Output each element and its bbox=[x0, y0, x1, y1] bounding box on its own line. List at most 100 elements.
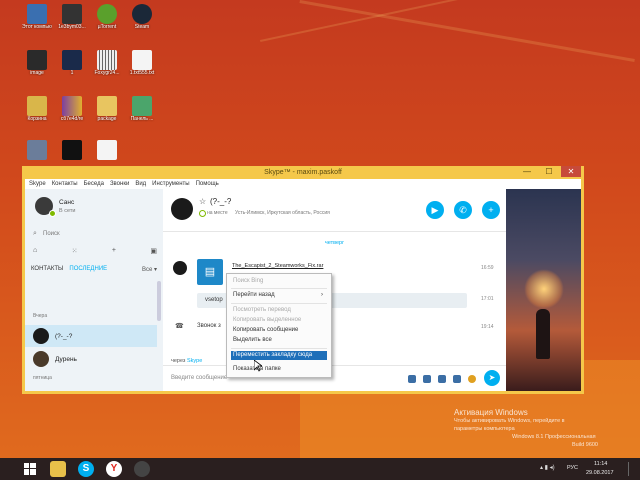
desktop-icon-steam[interactable]: Steam bbox=[127, 4, 157, 30]
yandex-browser-icon[interactable]: Y bbox=[106, 461, 122, 477]
maximize-button[interactable]: ☐ bbox=[539, 166, 559, 177]
windows-logo-icon bbox=[24, 463, 36, 475]
desktop-icon-utorrent[interactable]: µTorrent bbox=[92, 4, 122, 30]
profile-name: Санс bbox=[59, 199, 75, 206]
file-icon[interactable]: ▤ bbox=[197, 259, 223, 285]
send-file-icon[interactable] bbox=[438, 375, 446, 383]
start-button[interactable] bbox=[22, 461, 38, 477]
favorite-star-icon[interactable]: ☆ bbox=[199, 197, 206, 206]
chat-avatar[interactable] bbox=[171, 198, 193, 220]
contact-name: Дурень bbox=[55, 355, 77, 363]
desktop-icon-label: Steam bbox=[134, 24, 150, 30]
via-text: через bbox=[171, 358, 186, 364]
menu-item-show-in-folder[interactable]: Показать в папке bbox=[231, 365, 327, 374]
menu-item-label: Перейти назад bbox=[233, 292, 275, 298]
language-indicator[interactable]: РУС bbox=[567, 465, 578, 471]
add-people-button[interactable]: + bbox=[482, 201, 500, 219]
server-icon bbox=[27, 140, 47, 160]
file-explorer-icon[interactable] bbox=[50, 461, 66, 477]
steam-icon bbox=[132, 4, 152, 24]
send-button[interactable]: ➤ bbox=[484, 370, 500, 386]
minimize-button[interactable]: — bbox=[517, 166, 537, 177]
watermark-line: Чтобы активировать Windows, перейдите в bbox=[454, 418, 565, 424]
desktop-icon-server[interactable] bbox=[22, 140, 52, 160]
group-label-yesterday: Вчера bbox=[33, 313, 48, 319]
contact-item[interactable]: (?-_-? bbox=[25, 325, 157, 347]
audio-call-button[interactable]: ✆ bbox=[454, 201, 472, 219]
desktop-icon-control-panel[interactable]: Панель ... bbox=[127, 96, 157, 122]
activation-watermark: Активация Windows Чтобы активировать Win… bbox=[454, 409, 598, 449]
context-menu: Поиск Bing Перейти назад › Посмотреть пе… bbox=[226, 273, 332, 378]
message-time: 16:59 bbox=[481, 265, 494, 271]
desktop-icon-recycle-bin[interactable]: Корзина bbox=[22, 96, 52, 122]
folder-icon bbox=[97, 96, 117, 116]
file-name-link[interactable]: The_Escapist_2_Steamworks_Fix.rar bbox=[232, 263, 323, 269]
menu-help[interactable]: Помощь bbox=[196, 181, 219, 187]
tray-icons[interactable]: ▴ ▮ ◂) bbox=[540, 464, 555, 471]
online-status-dot bbox=[49, 210, 56, 217]
desktop-icon-1[interactable]: 1 bbox=[57, 50, 87, 76]
recycle-bin-icon bbox=[27, 96, 47, 116]
message-input[interactable]: Введите сообщение bbox=[171, 375, 227, 381]
clock-date[interactable]: 29.08.2017 bbox=[586, 470, 614, 476]
winrar-icon bbox=[62, 96, 82, 116]
send-contact-icon[interactable] bbox=[453, 375, 461, 383]
send-image-icon[interactable] bbox=[408, 375, 416, 383]
chat-title: (?-_-? bbox=[210, 197, 232, 206]
person-silhouette bbox=[536, 309, 550, 359]
computer-icon bbox=[27, 4, 47, 24]
desktop-icon-package[interactable]: package bbox=[92, 96, 122, 122]
show-desktop-button[interactable] bbox=[628, 462, 632, 476]
filter-dropdown[interactable]: Все ▾ bbox=[142, 266, 157, 273]
menu-contacts[interactable]: Контакты bbox=[52, 181, 78, 187]
close-button[interactable]: ✕ bbox=[561, 166, 581, 177]
desktop-icon-file[interactable] bbox=[92, 140, 122, 160]
menu-skype[interactable]: Skype bbox=[29, 181, 46, 187]
menu-view[interactable]: Вид bbox=[135, 181, 146, 187]
wallpaper-ray bbox=[260, 0, 633, 42]
search-box[interactable]: ⌕ Поиск bbox=[33, 229, 153, 241]
menu-item-copy-message[interactable]: Копировать сообщение bbox=[231, 326, 327, 335]
call-icon: ☎ bbox=[175, 323, 184, 330]
contact-name: (?-_-? bbox=[55, 332, 73, 340]
menu-item-select-all[interactable]: Выделить все bbox=[231, 336, 327, 345]
tab-recent[interactable]: ПОСЛЕДНИЕ bbox=[69, 266, 107, 273]
control-panel-icon bbox=[132, 96, 152, 116]
via-skype-link[interactable]: Skype bbox=[187, 358, 202, 364]
menu-calls[interactable]: Звонки bbox=[110, 181, 129, 187]
title-bar[interactable]: Skype™ - maxim.paskoff — ☐ ✕ bbox=[25, 166, 581, 179]
desktop-icon-7zip[interactable] bbox=[57, 140, 87, 160]
send-video-icon[interactable] bbox=[423, 375, 431, 383]
home-icon[interactable]: ⌂ bbox=[33, 247, 37, 257]
menu-item-go-back[interactable]: Перейти назад › bbox=[231, 291, 327, 300]
image-thumbnail-icon bbox=[27, 50, 47, 70]
tab-contacts[interactable]: КОНТАКТЫ bbox=[31, 266, 63, 273]
desktop-icon-label: сб7e4d/re bbox=[60, 116, 84, 122]
contact-item[interactable]: Дурень bbox=[25, 348, 157, 370]
desktop-icon-archive[interactable]: сб7e4d/re bbox=[57, 96, 87, 122]
group-label-friday: пятница bbox=[33, 375, 52, 381]
search-input[interactable]: Поиск bbox=[43, 231, 60, 237]
contacts-scrollbar[interactable] bbox=[157, 281, 161, 321]
desktop-icon-image-file[interactable]: 1e3bym03... bbox=[57, 4, 87, 30]
video-call-button[interactable]: ▶ bbox=[426, 201, 444, 219]
desktop-icon-image[interactable]: image bbox=[22, 50, 52, 76]
skype-taskbar-icon[interactable]: S bbox=[78, 461, 94, 477]
menu-tools[interactable]: Инструменты bbox=[152, 181, 189, 187]
watermark-title: Активация Windows bbox=[454, 408, 528, 417]
profile-status: В сети bbox=[59, 208, 76, 214]
desktop-icon-txt[interactable]: 1.txt555.txt bbox=[127, 50, 157, 76]
watermark-line: параметры компьютера bbox=[454, 426, 515, 432]
emoticon-icon[interactable] bbox=[468, 375, 476, 383]
desktop-icon-this-pc[interactable]: Этот компьютер bbox=[22, 4, 52, 30]
menu-separator bbox=[231, 303, 327, 304]
add-icon[interactable]: + bbox=[112, 247, 116, 257]
menu-conversation[interactable]: Беседа bbox=[84, 181, 104, 187]
sidebar-toolbar: ⌂ ⁙ + ▣ bbox=[33, 247, 157, 257]
obs-icon[interactable] bbox=[134, 461, 150, 477]
menu-item-move-bookmark[interactable]: Переместить закладку сюда bbox=[231, 351, 327, 360]
desktop-icon-foxygr[interactable]: Foxygr24... bbox=[92, 50, 122, 76]
contacts-book-icon[interactable]: ▣ bbox=[150, 247, 157, 257]
dialpad-icon[interactable]: ⁙ bbox=[72, 247, 78, 257]
clock-time[interactable]: 11:14 bbox=[594, 461, 607, 467]
